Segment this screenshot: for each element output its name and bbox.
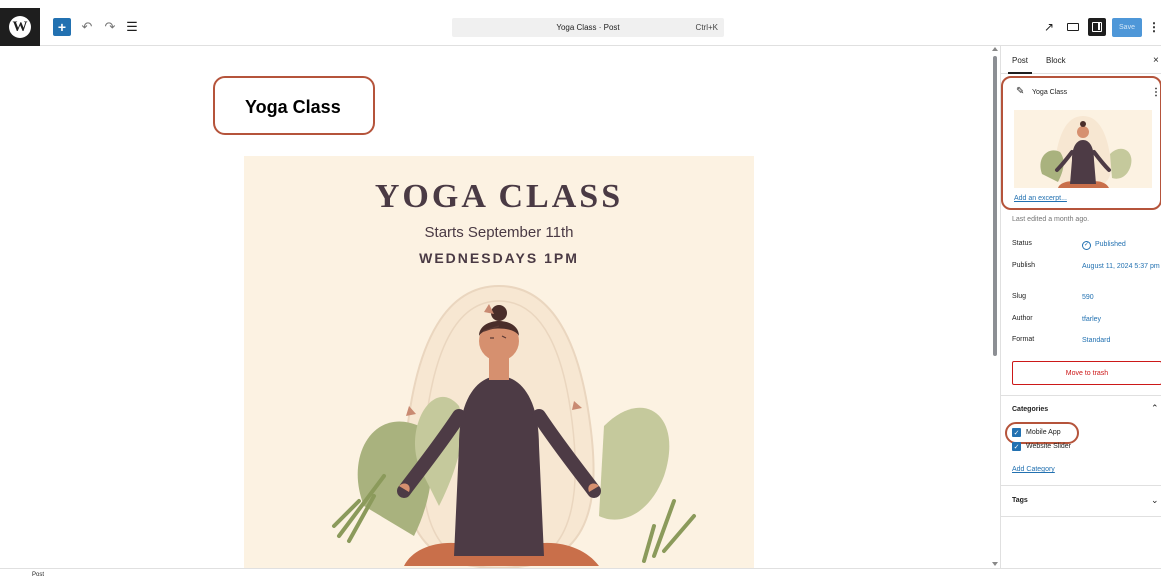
slug-value[interactable]: 590 xyxy=(1082,293,1161,303)
editor-canvas: Yoga Class YOGA CLASS Starts September 1… xyxy=(0,46,990,568)
author-label: Author xyxy=(1012,315,1033,322)
poster-heading: YOGA CLASS xyxy=(374,178,624,215)
post-title[interactable]: Yoga Class xyxy=(245,97,341,118)
yoga-thumbnail-illustration xyxy=(1040,116,1132,188)
add-block-button[interactable]: + xyxy=(53,18,71,36)
scroll-down-arrow[interactable] xyxy=(992,562,998,566)
category-item-website-slider[interactable]: ✓ Website Slider xyxy=(1012,442,1071,451)
featured-image-block[interactable]: YOGA CLASS Starts September 11th WEDNESD… xyxy=(244,156,754,568)
wordpress-logo-button[interactable]: W xyxy=(0,8,40,46)
post-summary-card: ✎ Yoga Class ⋮ Add an excerpt... xyxy=(1001,76,1161,210)
view-post-icon[interactable]: ↗ xyxy=(1040,18,1058,36)
slug-label: Slug xyxy=(1012,293,1027,300)
add-excerpt-link[interactable]: Add an excerpt... xyxy=(1014,195,1067,202)
chevron-up-icon[interactable]: ⌃ xyxy=(1151,403,1159,414)
top-toolbar: W + ↶ ↷ ☰ Yoga Class · Post Ctrl+K ↗ Sav… xyxy=(0,8,1161,46)
more-options-icon[interactable]: ⋮ xyxy=(1148,18,1160,36)
last-edited-text: Last edited a month ago. xyxy=(1012,216,1090,223)
device-preview-icon[interactable] xyxy=(1064,18,1082,36)
format-value[interactable]: Standard xyxy=(1082,336,1161,346)
tab-block[interactable]: Block xyxy=(1046,56,1066,65)
tab-post[interactable]: Post xyxy=(1007,56,1033,74)
undo-icon[interactable]: ↶ xyxy=(78,18,96,36)
scroll-up-arrow[interactable] xyxy=(992,47,998,51)
status-label: Status xyxy=(1012,240,1032,247)
post-icon: ✎ xyxy=(1016,86,1025,97)
status-value-text: Published xyxy=(1095,241,1126,248)
close-icon[interactable]: × xyxy=(1153,55,1159,66)
breadcrumb-post[interactable]: Post xyxy=(32,572,44,578)
editor-scrollbar[interactable] xyxy=(990,46,1000,568)
post-card-title: Yoga Class xyxy=(1032,89,1068,96)
sidebar-tabs: Post Block × xyxy=(1001,46,1161,74)
yoga-illustration xyxy=(332,284,696,568)
category-label: Mobile App xyxy=(1026,429,1061,436)
scroll-thumb[interactable] xyxy=(993,56,997,356)
wordpress-icon: W xyxy=(9,16,31,38)
published-check-icon: ✓ xyxy=(1082,241,1091,250)
command-palette-bar[interactable]: Yoga Class · Post Ctrl+K xyxy=(452,18,724,37)
format-label: Format xyxy=(1012,336,1035,343)
settings-sidebar: Post Block × ✎ Yoga Class ⋮ Add an excer… xyxy=(1000,46,1161,568)
poster-subheading: Starts September 11th xyxy=(424,224,574,241)
settings-sidebar-icon[interactable] xyxy=(1088,18,1106,36)
author-value[interactable]: tfarley xyxy=(1082,315,1161,325)
block-breadcrumb-bar: Post xyxy=(0,568,1161,580)
featured-image-thumbnail[interactable] xyxy=(1014,110,1152,188)
status-value[interactable]: ✓ Published xyxy=(1082,240,1161,250)
publish-label: Publish xyxy=(1012,262,1035,269)
post-actions-icon[interactable]: ⋮ xyxy=(1151,87,1161,98)
move-to-trash-button[interactable]: Move to trash xyxy=(1012,361,1161,385)
categories-title[interactable]: Categories xyxy=(1012,406,1048,413)
list-view-icon[interactable]: ☰ xyxy=(123,18,141,36)
save-button[interactable]: Save xyxy=(1112,18,1142,37)
keyboard-shortcut: Ctrl+K xyxy=(695,23,718,32)
poster-schedule: WEDNESDAYS 1PM xyxy=(419,250,579,266)
divider xyxy=(1001,485,1161,486)
category-label: Website Slider xyxy=(1026,443,1072,450)
redo-icon[interactable]: ↷ xyxy=(101,18,119,36)
category-item-mobile-app[interactable]: ✓ Mobile App xyxy=(1012,428,1061,437)
divider xyxy=(1001,516,1161,517)
add-category-link[interactable]: Add Category xyxy=(1012,466,1055,473)
chevron-down-icon[interactable]: ⌄ xyxy=(1151,495,1159,506)
checkbox-checked-icon[interactable]: ✓ xyxy=(1012,428,1021,437)
divider xyxy=(1001,395,1161,396)
publish-date[interactable]: August 11, 2024 5:37 pm xyxy=(1082,262,1161,272)
document-title: Yoga Class · Post xyxy=(556,23,620,32)
title-highlight: Yoga Class xyxy=(213,76,375,135)
checkbox-checked-icon[interactable]: ✓ xyxy=(1012,442,1021,451)
tags-title[interactable]: Tags xyxy=(1012,497,1028,504)
